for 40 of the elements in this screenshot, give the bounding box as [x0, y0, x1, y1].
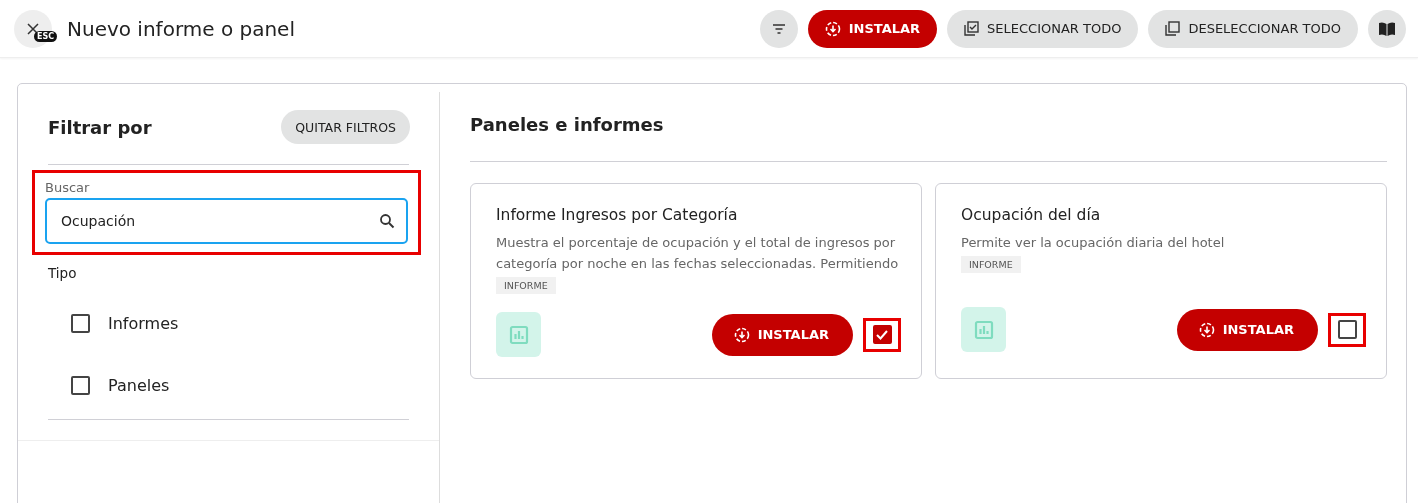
filter-heading: Filtrar por [48, 116, 152, 138]
search-label: Buscar [45, 180, 91, 195]
card-description: Permite ver la ocupación diaria del hotel [961, 234, 1226, 252]
install-button[interactable]: INSTALAR [711, 313, 853, 356]
download-icon [1198, 321, 1215, 338]
install-button[interactable]: INSTALAR [807, 9, 938, 48]
guide-button[interactable] [1368, 9, 1406, 48]
shortcut-badge: ESC [34, 30, 58, 42]
window-title: Nuevo informe o panel [67, 16, 295, 41]
checkbox[interactable] [71, 375, 90, 395]
checkbox[interactable] [872, 325, 892, 344]
close-icon [27, 22, 39, 35]
card-description: Muestra el porcentaje de ocupación y el total de ingresos por categoría por noche en las fechas seleccionadas. Permitiendo [496, 234, 900, 273]
checkbox[interactable] [1337, 320, 1357, 339]
select-all-button[interactable]: SELECCIONAR TODO [947, 9, 1139, 48]
option-label: Informes [108, 313, 179, 333]
chart-icon [961, 307, 1006, 352]
chart-icon [496, 312, 541, 357]
download-icon [824, 20, 841, 37]
close-button[interactable] [14, 9, 52, 48]
tag: INFORME [961, 256, 1021, 273]
copy-icon [1165, 21, 1181, 36]
card-title: Informe Ingresos por Categoría [496, 206, 739, 224]
tag: INFORME [496, 277, 556, 294]
card-title: Ocupación del día [961, 206, 1102, 224]
check-icon [876, 329, 888, 340]
search-field[interactable]: Ocupación [45, 198, 408, 244]
filter-button[interactable] [759, 9, 798, 48]
checkbox[interactable] [71, 313, 90, 333]
type-label: Tipo [48, 265, 78, 281]
filter-icon [771, 23, 786, 34]
checklist-icon [964, 21, 980, 36]
search-icon [379, 213, 395, 229]
book-icon [1378, 20, 1396, 37]
install-button[interactable]: INSTALAR [1176, 308, 1318, 351]
section-heading: Paneles e informes [470, 114, 665, 135]
deselect-all-button[interactable]: DESELECCIONAR TODO [1148, 9, 1358, 48]
clear-filters-button[interactable]: QUITAR FILTROS [281, 110, 410, 144]
download-icon [733, 326, 750, 343]
option-label: Paneles [108, 375, 170, 395]
